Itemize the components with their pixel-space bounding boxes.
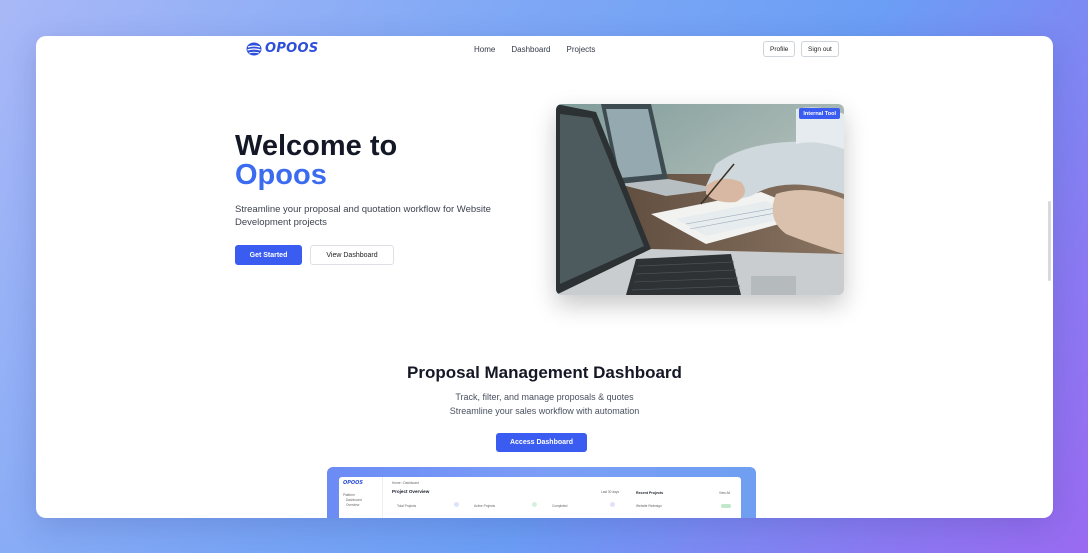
dashboard-subtitle-1: Track, filter, and manage proposals & qu…: [455, 392, 634, 402]
view-dashboard-button[interactable]: View Dashboard: [310, 245, 394, 265]
nav-link-home[interactable]: Home: [474, 45, 495, 54]
logo-text: OPOOS: [265, 41, 319, 56]
dashboard-preview-screen: OPOOS Platform Dashboard Overview Home ›…: [339, 477, 741, 518]
nav-links: Home Dashboard Projects: [474, 45, 595, 54]
preview-stat-icon: [610, 502, 615, 507]
preview-stat-icon: [454, 502, 459, 507]
nav-link-dashboard[interactable]: Dashboard: [511, 45, 550, 54]
hero-image: Internal Tool: [556, 104, 844, 295]
browser-window: OPOOS Home Dashboard Projects Profile Si…: [36, 36, 1053, 518]
preview-breadcrumb: Home › Dashboard: [392, 481, 419, 485]
preview-stat-completed: Completed: [552, 504, 568, 508]
dashboard-section-title: Proposal Management Dashboard: [407, 363, 682, 382]
preview-stat-icon: [532, 502, 537, 507]
access-dashboard-button[interactable]: Access Dashboard: [496, 433, 587, 452]
brand-logo[interactable]: OPOOS: [246, 41, 319, 56]
preview-heading: Project Overview: [392, 489, 430, 494]
laptop-desk-photo: [556, 104, 844, 295]
preview-stat-total: Total Projects: [397, 504, 417, 508]
preview-status-tag: [721, 504, 731, 508]
get-started-button[interactable]: Get Started: [235, 245, 302, 265]
preview-recent-heading: Recent Projects: [636, 491, 664, 495]
hero-title: Welcome to: [235, 130, 398, 162]
profile-button[interactable]: Profile: [763, 41, 796, 57]
top-nav: OPOOS Home Dashboard Projects Profile Si…: [36, 36, 1053, 64]
internal-tool-badge: Internal Tool: [799, 108, 840, 119]
preview-row: Website Redesign: [636, 504, 662, 508]
preview-sidebar: OPOOS Platform Dashboard Overview: [339, 477, 383, 518]
hero-subtitle: Streamline your proposal and quotation w…: [235, 204, 491, 228]
hero-title-accent: Opoos: [235, 159, 327, 191]
preview-side-item-2: Overview: [346, 503, 360, 507]
signout-button[interactable]: Sign out: [801, 41, 839, 57]
dashboard-subtitle-2: Streamline your sales workflow with auto…: [449, 406, 640, 416]
preview-side-section: Platform: [343, 493, 355, 497]
dashboard-preview: OPOOS Platform Dashboard Overview Home ›…: [327, 467, 756, 518]
preview-stat-active: Active Projects: [474, 504, 496, 508]
preview-side-item-1: Dashboard: [346, 498, 362, 502]
nav-link-projects[interactable]: Projects: [566, 45, 595, 54]
scrollbar[interactable]: [1048, 201, 1051, 281]
preview-last-days: Last 30 days: [601, 490, 620, 494]
logo-icon: [246, 42, 262, 55]
preview-logo: OPOOS: [343, 480, 364, 486]
preview-view-all: View All: [719, 491, 731, 495]
